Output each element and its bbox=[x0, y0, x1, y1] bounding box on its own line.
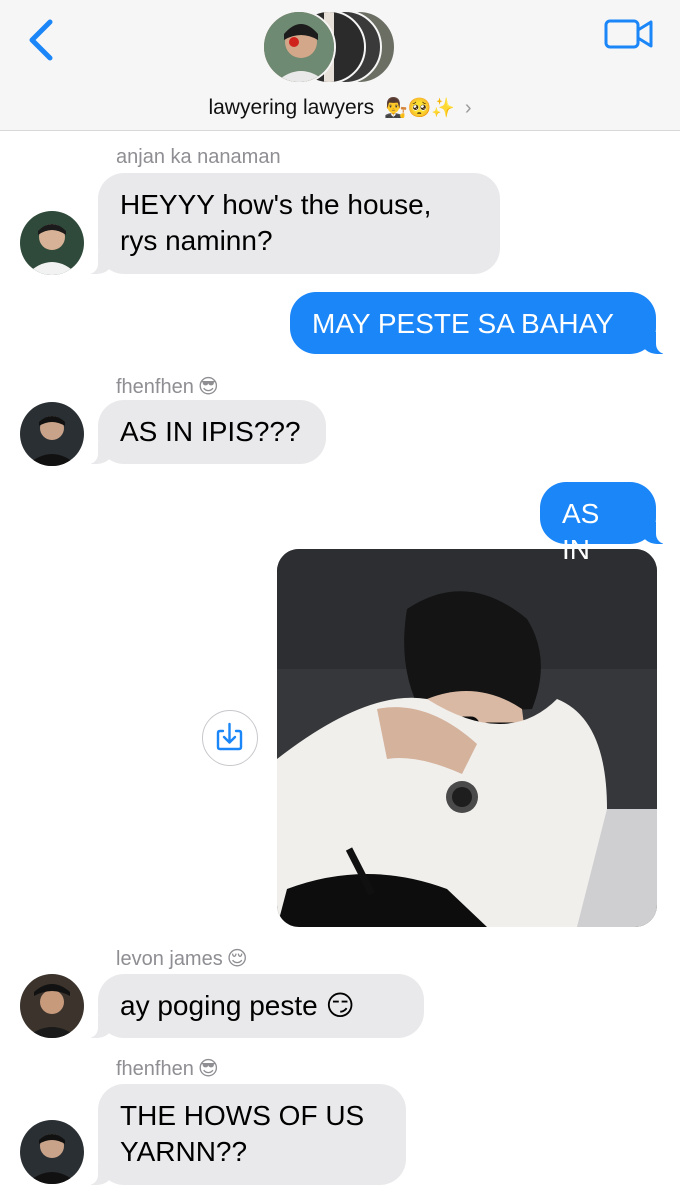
group-avatar-stack[interactable] bbox=[262, 10, 402, 90]
sender-name: fhenfhen 😎 bbox=[116, 1058, 219, 1080]
group-name[interactable]: lawyering lawyers 👨‍⚖️🥺✨ › bbox=[0, 96, 680, 120]
message-text: YARNN?? bbox=[120, 1136, 248, 1167]
message-emoji: 😏 bbox=[325, 990, 355, 1021]
message-text: AS IN IPIS??? bbox=[120, 416, 301, 447]
message-text: rys naminn? bbox=[120, 225, 273, 256]
avatar bbox=[262, 10, 336, 84]
avatar[interactable] bbox=[20, 974, 84, 1038]
sender-name: anjan ka nanaman bbox=[116, 146, 281, 168]
chat-header: lawyering lawyers 👨‍⚖️🥺✨ › bbox=[0, 0, 680, 131]
download-icon bbox=[216, 722, 243, 751]
chevron-right-icon: › bbox=[464, 97, 472, 119]
chevron-left-icon[interactable] bbox=[22, 18, 62, 62]
sender-name: fhenfhen 😎 bbox=[116, 376, 219, 398]
avatar[interactable] bbox=[20, 211, 84, 275]
message-bubble[interactable]: THE HOWS OF US YARNN?? bbox=[88, 1084, 406, 1185]
message-bubble[interactable]: AS IN IPIS??? bbox=[88, 400, 326, 464]
message-bubble[interactable]: ay poging peste 😏 bbox=[88, 974, 424, 1038]
message-bubble[interactable]: HEYYY how's the house, rys naminn? bbox=[88, 173, 500, 274]
message-text: HEYYY how's the house, bbox=[120, 189, 432, 220]
message-text: ay poging peste bbox=[120, 990, 318, 1021]
group-emoji: 👨‍⚖️🥺✨ bbox=[384, 98, 456, 119]
avatar[interactable] bbox=[20, 402, 84, 466]
message-text: MAY PESTE SA BAHAY bbox=[312, 308, 614, 339]
message-text: THE HOWS OF US bbox=[120, 1100, 365, 1131]
photo-attachment[interactable] bbox=[277, 549, 657, 927]
download-button[interactable] bbox=[202, 710, 258, 766]
video-camera-icon[interactable] bbox=[604, 18, 654, 50]
message-bubble[interactable]: MAY PESTE SA BAHAY bbox=[290, 292, 666, 354]
message-bubble[interactable]: AS IN bbox=[540, 482, 666, 565]
sender-name: levon james 😌 bbox=[116, 948, 248, 970]
group-title: lawyering lawyers bbox=[208, 96, 375, 119]
avatar[interactable] bbox=[20, 1120, 84, 1184]
